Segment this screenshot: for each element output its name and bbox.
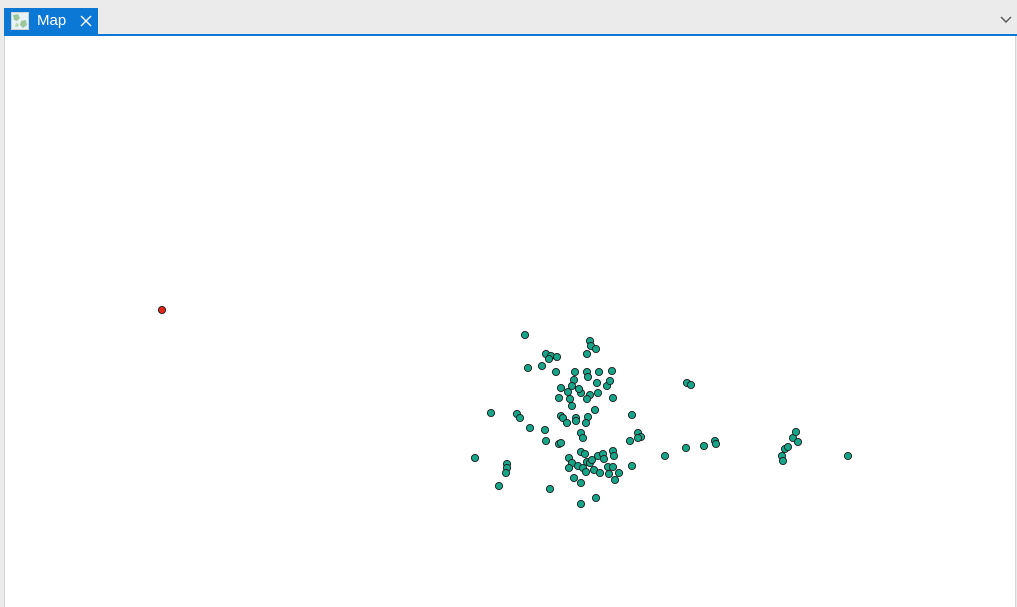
map-point[interactable] — [501, 468, 511, 478]
map-view[interactable] — [4, 36, 1016, 607]
chevron-down-icon[interactable] — [999, 12, 1013, 26]
map-point[interactable] — [578, 433, 588, 443]
map-point[interactable] — [595, 468, 605, 478]
map-point[interactable] — [576, 499, 586, 509]
map-point[interactable] — [567, 401, 577, 411]
map-point[interactable] — [494, 481, 504, 491]
map-point[interactable] — [791, 427, 801, 437]
map-point[interactable] — [486, 408, 496, 418]
map-point[interactable] — [625, 436, 635, 446]
map-point[interactable] — [608, 462, 618, 472]
map-point[interactable] — [609, 451, 619, 461]
map-point[interactable] — [554, 393, 564, 403]
map-point[interactable] — [607, 366, 617, 376]
map-point[interactable] — [570, 367, 580, 377]
map-point[interactable] — [545, 484, 555, 494]
map-point[interactable] — [590, 405, 600, 415]
map-point[interactable] — [567, 381, 577, 391]
map-point[interactable] — [564, 463, 574, 473]
map-point[interactable] — [515, 413, 525, 423]
tab-label: Map — [37, 12, 67, 29]
map-point[interactable] — [783, 442, 793, 452]
map-point[interactable] — [541, 436, 551, 446]
map-point[interactable] — [537, 361, 547, 371]
map-point[interactable] — [571, 416, 581, 426]
map-point[interactable] — [576, 478, 586, 488]
map-point[interactable] — [569, 473, 579, 483]
map-point[interactable] — [686, 380, 696, 390]
map-point[interactable] — [711, 439, 721, 449]
map-point[interactable] — [551, 367, 561, 377]
map-point[interactable] — [581, 467, 591, 477]
map-point[interactable] — [614, 468, 624, 478]
close-icon[interactable] — [78, 13, 94, 29]
tab-map[interactable]: Map — [4, 8, 98, 34]
map-point[interactable] — [591, 344, 601, 354]
map-point[interactable] — [599, 454, 609, 464]
map-point[interactable] — [540, 425, 550, 435]
map-point[interactable] — [660, 451, 670, 461]
map-point[interactable] — [562, 418, 572, 428]
map-point[interactable] — [593, 388, 603, 398]
map-point[interactable] — [582, 349, 592, 359]
map-point[interactable] — [778, 456, 788, 466]
map-point[interactable] — [544, 354, 554, 364]
map-point[interactable] — [582, 394, 592, 404]
map-point[interactable] — [627, 410, 637, 420]
map-point[interactable] — [605, 376, 615, 386]
map-point[interactable] — [591, 493, 601, 503]
map-point[interactable] — [610, 475, 620, 485]
map-point[interactable] — [681, 443, 691, 453]
map-point[interactable] — [587, 455, 597, 465]
map-point[interactable] — [523, 363, 533, 373]
map-point[interactable] — [574, 384, 584, 394]
map-point[interactable] — [556, 438, 566, 448]
map-point[interactable] — [556, 383, 566, 393]
map-point[interactable] — [843, 451, 853, 461]
map-point[interactable] — [470, 453, 480, 463]
map-point[interactable] — [627, 461, 637, 471]
map-point[interactable] — [580, 449, 590, 459]
map-point[interactable] — [594, 367, 604, 377]
map-point[interactable] — [793, 437, 803, 447]
map-icon — [11, 12, 29, 30]
map-point[interactable] — [525, 423, 535, 433]
map-point[interactable] — [581, 418, 591, 428]
map-canvas[interactable] — [5, 36, 1017, 607]
map-point[interactable] — [592, 378, 602, 388]
map-point[interactable] — [699, 441, 709, 451]
map-point-highlighted[interactable] — [157, 305, 167, 315]
document-tab-strip: Map — [0, 0, 1017, 35]
map-point[interactable] — [565, 394, 575, 404]
map-point[interactable] — [633, 433, 643, 443]
map-point[interactable] — [604, 469, 614, 479]
map-point[interactable] — [552, 352, 562, 362]
map-point[interactable] — [608, 393, 618, 403]
map-point[interactable] — [520, 330, 530, 340]
map-point[interactable] — [583, 372, 593, 382]
